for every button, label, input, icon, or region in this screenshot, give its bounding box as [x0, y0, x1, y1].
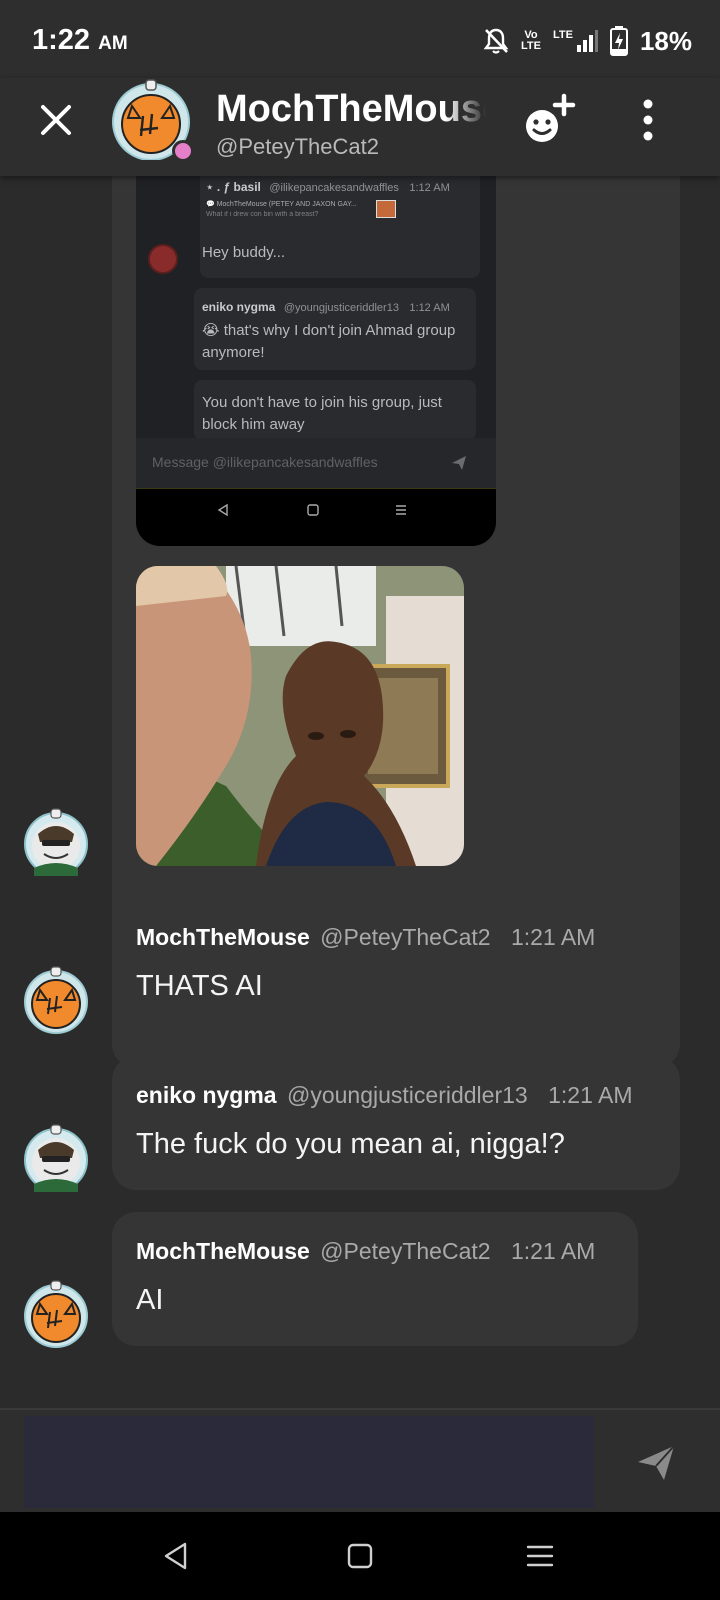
attachment-screenshot[interactable]: ⋆ . ƒ basil @ilikepancakesandwaffles 1:1… [136, 176, 496, 546]
avatar[interactable] [22, 966, 90, 1034]
shot-avatar [148, 244, 178, 274]
message-bubble[interactable]: eniko nygma @youngjusticeriddler13 1:21 … [112, 1056, 680, 1190]
message-text: THATS AI [136, 970, 263, 1002]
shot-text-1: Hey buddy... [202, 244, 286, 261]
nav-menu-button[interactable] [516, 1532, 564, 1580]
nav-menu-icon [526, 1545, 554, 1567]
shot-input-placeholder: Message @ilikepancakesandwaffles [152, 454, 378, 470]
presence-indicator [172, 140, 194, 162]
message-input[interactable] [24, 1416, 594, 1508]
shot-text-2: 😭 that's why I don't join Ahmad group an… [202, 322, 456, 361]
shot-message: ⋆ . ƒ basil @ilikepancakesandwaffles 1:1… [200, 176, 480, 278]
close-button[interactable] [34, 98, 78, 142]
shot-send-icon [452, 456, 466, 470]
shot-menu-icon [396, 505, 406, 515]
nav-home-button[interactable] [336, 1532, 384, 1580]
status-icons: Vo LTE LTE 18% [483, 24, 692, 58]
shot-message: eniko nygma @youngjusticeriddler13 1:12 … [194, 288, 476, 370]
status-time: 1:22 AM [32, 24, 128, 57]
message-handle: @youngjusticeriddler13 [287, 1082, 528, 1108]
nav-back-icon [164, 1542, 187, 1570]
nav-back-button[interactable] [152, 1532, 200, 1580]
lte-indicator: LTE [553, 30, 598, 52]
avatar[interactable] [22, 1280, 90, 1348]
message-time: 1:21 AM [510, 924, 596, 950]
shot-time-2: 1:12 AM [409, 302, 450, 314]
shot-back-icon [217, 503, 228, 517]
attachment-photo[interactable] [136, 566, 464, 866]
battery-icon [609, 26, 628, 56]
battery-percent: 18% [639, 25, 692, 56]
shot-home-icon [307, 504, 319, 516]
avatar[interactable] [22, 808, 90, 876]
message-composer [0, 1408, 720, 1512]
message-text: AI [136, 1284, 164, 1316]
message-time: 1:21 AM [548, 1082, 633, 1108]
status-bar: 1:22 AM Vo LTE LTE 18% [0, 0, 720, 78]
message-handle: @PeteyTheCat2 [320, 1238, 491, 1264]
shot-author: ⋆ . ƒ basil [206, 180, 261, 194]
message-bubble[interactable]: MochTheMouse @PeteyTheCat2 1:21 AM THATS… [112, 898, 638, 1032]
shot-message: You don't have to join his group, just b… [194, 380, 476, 440]
volte-bottom: LTE [521, 40, 541, 52]
shot-author-2: eniko nygma [202, 300, 276, 314]
message-header: eniko nygma @youngjusticeriddler13 1:21 … [136, 1082, 632, 1109]
nav-home-icon [347, 1543, 373, 1569]
shot-text-3: You don't have to join his group, just b… [202, 394, 442, 433]
close-icon [41, 105, 71, 135]
message-text: The fuck do you mean ai, nigga!? [136, 1128, 565, 1160]
shot-input: Message @ilikepancakesandwaffles [136, 438, 496, 488]
send-icon[interactable] [634, 1440, 678, 1484]
dm-header: MochTheMouse @PeteyTheCat2 [0, 78, 720, 176]
message-author[interactable]: MochTheMouse [136, 1238, 310, 1264]
system-navbar [0, 1512, 720, 1600]
shot-handle: @ilikepancakesandwaffles [269, 182, 399, 194]
message-author[interactable]: eniko nygma [136, 1082, 277, 1108]
message-header: MochTheMouse @PeteyTheCat2 1:21 AM [136, 924, 595, 951]
message-author[interactable]: MochTheMouse [136, 924, 310, 950]
shot-time: 1:12 AM [409, 182, 450, 194]
message-time: 1:21 AM [510, 1238, 596, 1264]
status-time-value: 1:22 [32, 24, 91, 56]
message-handle: @PeteyTheCat2 [320, 924, 491, 950]
shot-thumb [376, 200, 396, 218]
header-display-name[interactable]: MochTheMouse [216, 88, 486, 131]
shot-navbar [136, 488, 496, 546]
more-vert-icon[interactable] [632, 96, 664, 144]
message-header: MochTheMouse @PeteyTheCat2 1:21 AM [136, 1238, 595, 1265]
signal-icon [576, 30, 598, 52]
lte-label: LTE [552, 29, 573, 41]
mute-icon [483, 28, 509, 54]
volte-indicator: Vo LTE [521, 30, 541, 52]
avatar[interactable] [22, 1124, 90, 1192]
add-friend-icon[interactable] [520, 92, 576, 148]
message-bubble[interactable]: MochTheMouse @PeteyTheCat2 1:21 AM AI [112, 1212, 638, 1346]
shot-handle-2: @youngjusticeriddler13 [283, 302, 399, 314]
header-handle: @PeteyTheCat2 [216, 134, 379, 159]
message-list[interactable]: ⋆ . ƒ basil @ilikepancakesandwaffles 1:1… [0, 176, 720, 1408]
status-time-ampm: AM [98, 33, 128, 54]
